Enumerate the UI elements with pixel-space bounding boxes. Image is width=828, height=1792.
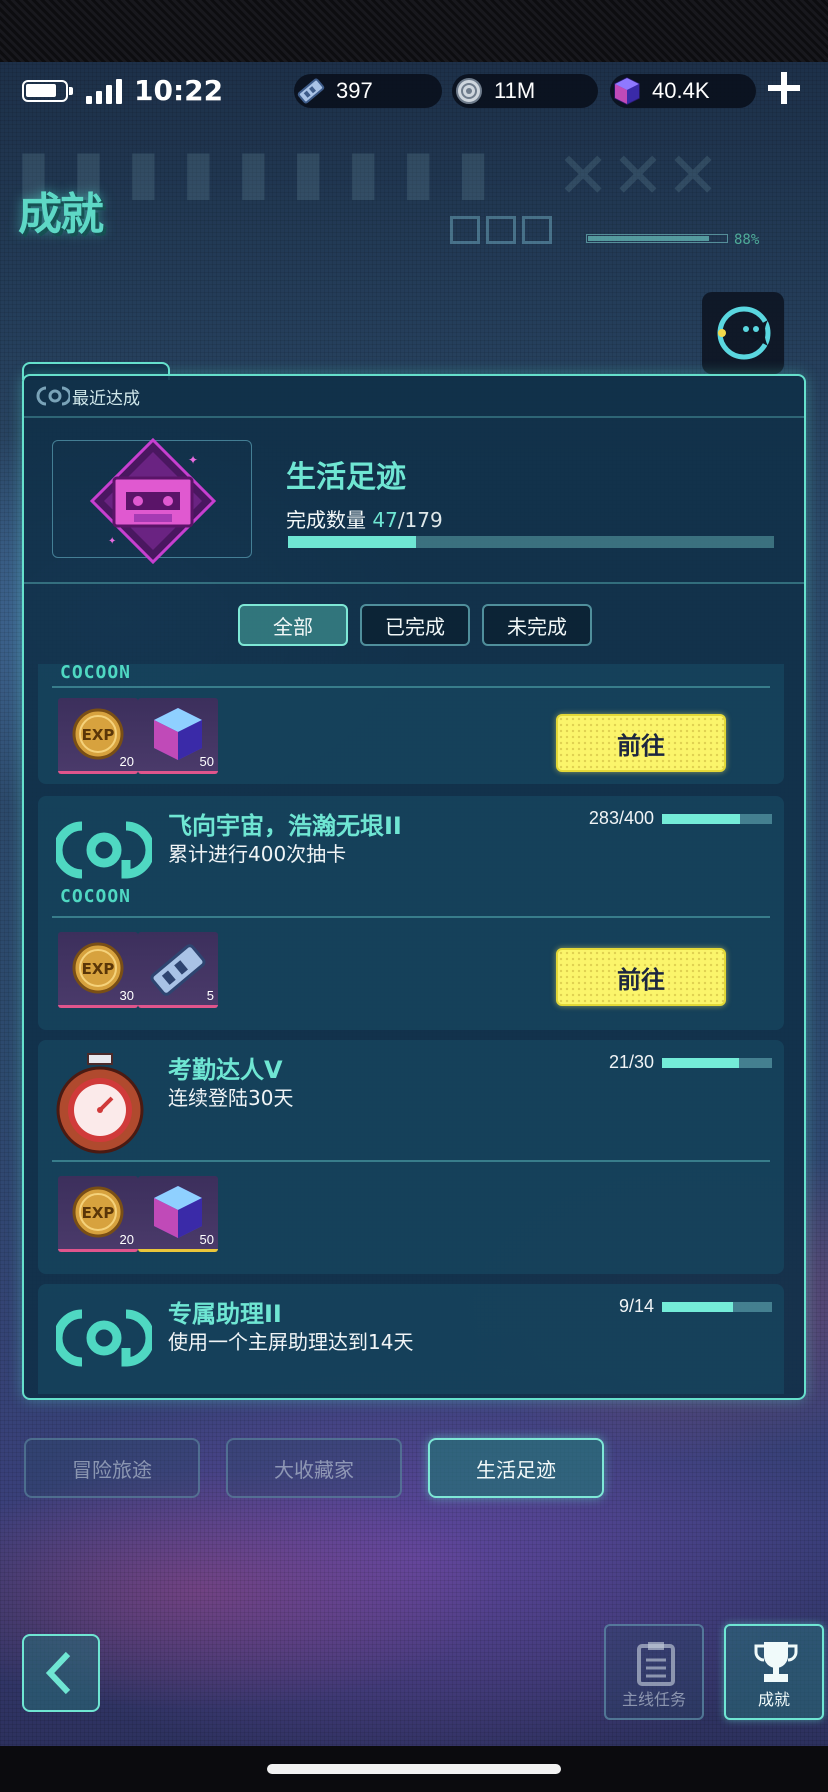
recent-label: 最近达成 [72, 389, 140, 409]
add-currency-button[interactable] [766, 70, 802, 106]
go-button[interactable]: 前往 [556, 714, 726, 772]
tab-adventure[interactable]: 冒险旅途 [24, 1438, 200, 1498]
progress-bar [662, 1302, 772, 1312]
progress-text: 283/400 [588, 808, 654, 828]
ticket-count: 397 [336, 78, 373, 103]
achievement-desc: 使用一个主屏助理达到14天 [168, 1330, 414, 1354]
ticket-icon [297, 78, 325, 104]
achievements-label: 成就 [757, 1690, 790, 1709]
back-button[interactable] [22, 1634, 100, 1712]
home-indicator[interactable] [267, 1764, 561, 1774]
top-bezel [0, 0, 828, 62]
filter-all-button[interactable]: 全部 [238, 604, 348, 646]
assistant-button[interactable] [702, 292, 784, 374]
status-time: 10:22 [134, 74, 224, 107]
gem-resource[interactable]: 40.4K [610, 74, 756, 108]
svg-text:EXP: EXP [82, 960, 115, 978]
stopwatch-icon [56, 1053, 144, 1154]
reward-count: 30 [119, 988, 134, 1003]
gem-count: 40.4K [652, 78, 710, 103]
featured-count: 完成数量 47/179 [286, 504, 443, 533]
achievement-card: 专属助理II 使用一个主屏助理达到14天 9/14 [38, 1284, 784, 1394]
reward-count: 50 [199, 1232, 214, 1247]
reward-gem[interactable]: 50 [138, 698, 218, 774]
progress-bar [662, 814, 772, 824]
overall-progress-bar [586, 234, 728, 243]
cocoon-label: COCOON [60, 886, 132, 907]
svg-text:EXP: EXP [82, 1204, 115, 1222]
achievement-desc: 连续登陆30天 [168, 1086, 294, 1110]
cocoon-logo-icon [56, 1309, 152, 1367]
ticket-resource[interactable]: 397 [294, 74, 442, 108]
achievement-title: 考勤达人V [168, 1056, 283, 1084]
reward-count: 50 [199, 754, 214, 769]
filter-completed-button[interactable]: 已完成 [360, 604, 470, 646]
svg-text:✦: ✦ [108, 536, 116, 547]
chevron-left-icon [45, 1651, 71, 1695]
go-button[interactable]: 前往 [556, 948, 726, 1006]
disc-resource[interactable]: 11M [452, 74, 598, 108]
trophy-icon [754, 1642, 798, 1682]
featured-progress-bar [288, 536, 774, 548]
page-title: 成就 [18, 189, 104, 240]
achievement-card: COCOON 飞向宇宙，浩瀚无垠II 累计进行400次抽卡 283/400 EX… [38, 796, 784, 1030]
progress-fill [662, 1302, 733, 1312]
cube-gem-icon [614, 77, 640, 105]
divider [52, 916, 770, 918]
svg-text:EXP: EXP [82, 726, 115, 744]
divider [24, 582, 804, 584]
divider [52, 686, 770, 688]
cassette-badge-icon: ✦ ✦ [89, 438, 217, 564]
filter-incomplete-button[interactable]: 未完成 [482, 604, 592, 646]
featured-achievement-title: 生活足迹 [286, 460, 406, 495]
main-quest-button[interactable]: 主线任务 [604, 1624, 704, 1720]
achievement-title: 飞向宇宙，浩瀚无垠II [168, 812, 402, 840]
battery-icon [22, 80, 73, 102]
achievements-button[interactable]: 成就 [724, 1624, 824, 1720]
reward-count: 20 [119, 1232, 134, 1247]
reward-count: 20 [119, 754, 134, 769]
achievement-card: 考勤达人V 连续登陆30天 21/30 EXP 20 50 [38, 1040, 784, 1274]
count-label: 完成数量 [286, 508, 366, 532]
svg-text:✦: ✦ [188, 453, 198, 467]
main-quest-label: 主线任务 [621, 1690, 686, 1709]
disc-count: 11M [494, 78, 536, 103]
reward-exp[interactable]: EXP 30 [58, 932, 138, 1008]
achievement-desc: 累计进行400次抽卡 [168, 842, 347, 866]
progress-fill [662, 814, 740, 824]
tab-life-footprints[interactable]: 生活足迹 [428, 1438, 604, 1498]
divider [52, 1160, 770, 1162]
featured-progress-fill [288, 536, 416, 548]
overall-progress-label: 88% [734, 232, 760, 248]
header-deco-boxes [450, 216, 558, 248]
reward-gem[interactable]: 50 [138, 1176, 218, 1252]
achievement-title: 专属助理II [168, 1300, 282, 1328]
pacman-icon [717, 306, 771, 360]
reward-exp[interactable]: EXP 20 [58, 1176, 138, 1252]
progress-bar [662, 1058, 772, 1068]
achievement-list[interactable]: COCOON EXP 20 50 前往 COCOON 飞向宇宙，浩瀚无垠II 累… [24, 664, 804, 1394]
achievement-panel: 最近达成 ✦ ✦ 生活足迹 完成数量 47/179 全部 已完成 未完成 COC… [22, 374, 806, 1400]
achievement-card: COCOON EXP 20 50 前往 [38, 664, 784, 784]
reward-count: 5 [206, 988, 214, 1003]
cocoon-logo-icon [56, 821, 152, 879]
progress-fill [662, 1058, 739, 1068]
tab-collector[interactable]: 大收藏家 [226, 1438, 402, 1498]
reward-exp[interactable]: EXP 20 [58, 698, 138, 774]
progress-text: 21/30 [608, 1052, 654, 1072]
count-total: /179 [397, 508, 443, 532]
signal-icon [86, 78, 126, 104]
progress-text: 9/14 [618, 1296, 654, 1316]
disc-icon [456, 78, 482, 104]
header-decoration: ▮▮▮▮▮▮▮▮▮ ✕✕✕ [10, 126, 725, 216]
count-value: 47 [372, 508, 398, 532]
status-bar: 10:22 397 11M 40.4K [0, 62, 828, 122]
cocoon-label: COCOON [60, 664, 132, 683]
divider [24, 416, 804, 418]
reward-ticket[interactable]: 5 [138, 932, 218, 1008]
cocoon-small-icon [36, 386, 70, 406]
clipboard-icon [637, 1642, 675, 1686]
overall-progress-fill [588, 236, 710, 241]
